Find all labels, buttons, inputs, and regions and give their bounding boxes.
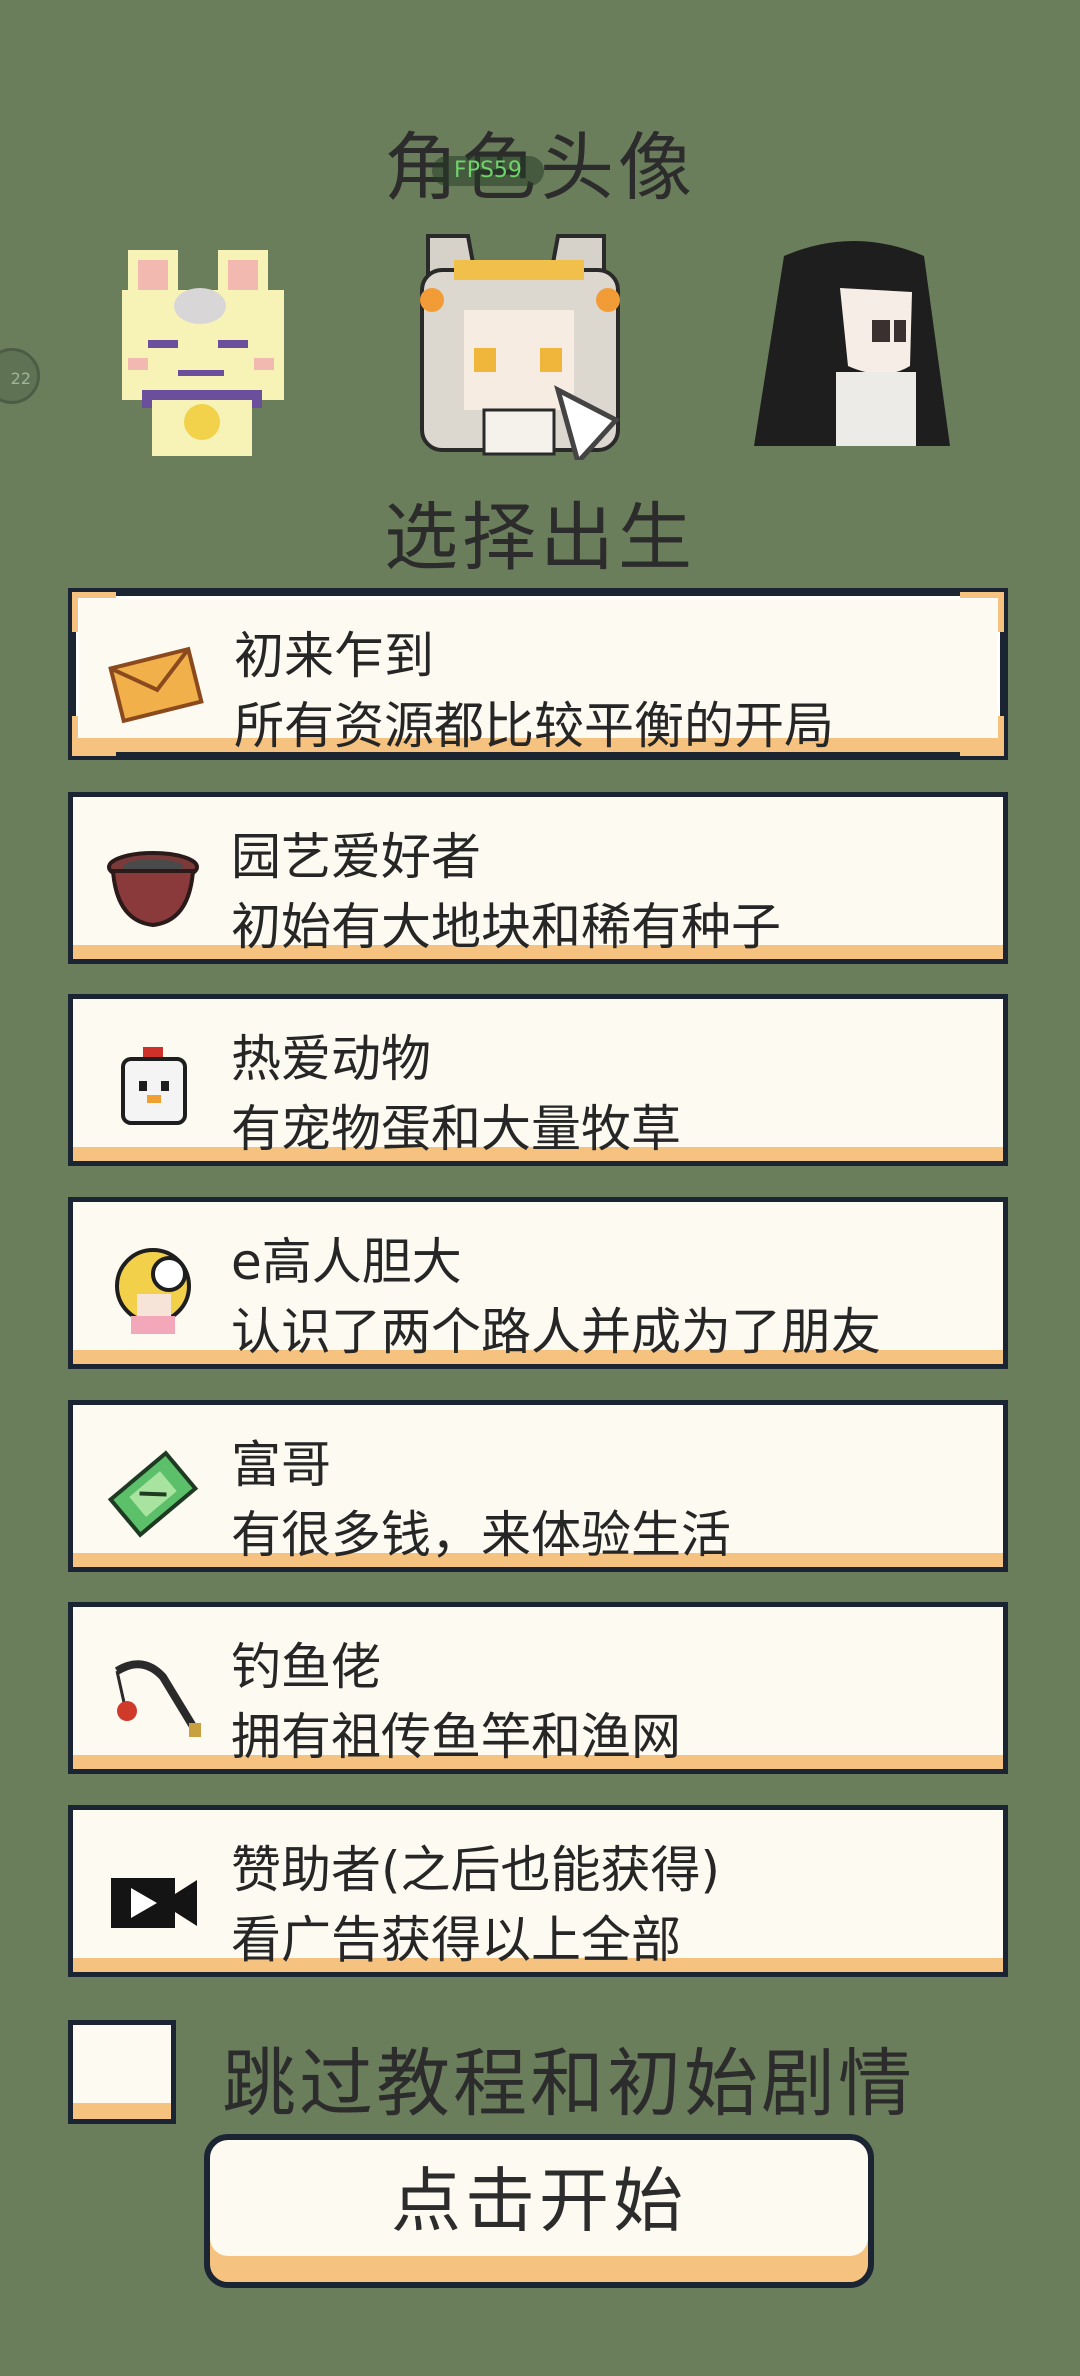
origin-description: 认识了两个路人并成为了朋友 [231, 1303, 881, 1361]
floating-badge[interactable]: 22 [0, 348, 40, 404]
origin-description: 有宠物蛋和大量牧草 [231, 1100, 681, 1158]
origin-description: 所有资源都比较平衡的开局 [234, 697, 834, 755]
origin-title: 初来乍到 [234, 627, 434, 685]
flower-pot-icon [107, 851, 199, 928]
selection-corner [960, 716, 1004, 756]
chick-icon [121, 1047, 187, 1125]
cash-icon [107, 1450, 199, 1538]
character-icon [115, 1248, 191, 1334]
origin-description: 看广告获得以上全部 [231, 1911, 681, 1969]
avatar-option-silver-hair[interactable] [408, 230, 648, 468]
origin-title: 钓鱼佬 [231, 1638, 381, 1696]
origin-card-fisherman[interactable]: 钓鱼佬 拥有祖传鱼竿和渔网 [68, 1602, 1008, 1774]
origin-description: 拥有祖传鱼竿和渔网 [231, 1708, 681, 1766]
fishing-rod-icon [114, 1660, 201, 1737]
origin-title: 富哥 [231, 1436, 331, 1494]
black-hair-avatar-icon [754, 241, 950, 446]
origin-title: 赞助者(之后也能获得) [231, 1841, 721, 1899]
selection-corner [960, 592, 1004, 632]
envelope-icon [108, 646, 204, 724]
origin-description: 有很多钱，来体验生活 [231, 1506, 731, 1564]
start-button[interactable]: 点击开始 [204, 2134, 874, 2288]
fps-counter: FPS59 [432, 156, 544, 186]
origin-title: 热爱动物 [231, 1030, 431, 1088]
avatar-option-black-hair[interactable] [744, 236, 964, 456]
silver-hair-avatar-icon [420, 234, 621, 468]
origin-card-gardener[interactable]: 园艺爱好者 初始有大地块和稀有种子 [68, 792, 1008, 964]
selection-corner [72, 592, 116, 632]
skip-tutorial-checkbox[interactable] [68, 2020, 176, 2124]
origin-card-sponsor[interactable]: 赞助者(之后也能获得) 看广告获得以上全部 [68, 1805, 1008, 1977]
origin-card-newcomer[interactable]: 初来乍到 所有资源都比较平衡的开局 [68, 588, 1008, 760]
bunny-avatar-icon [122, 250, 284, 456]
origin-card-animal-lover[interactable]: 热爱动物 有宠物蛋和大量牧草 [68, 994, 1008, 1166]
skip-tutorial-label[interactable]: 跳过教程和初始剧情 [222, 2024, 915, 2131]
start-button-label: 点击开始 [391, 2160, 687, 2242]
origin-description: 初始有大地块和稀有种子 [231, 898, 781, 956]
origin-card-bold[interactable]: e高人胆大 认识了两个路人并成为了朋友 [68, 1197, 1008, 1369]
origin-section-title: 选择出生 [384, 495, 696, 581]
video-camera-icon [111, 1878, 197, 1928]
origin-title: 园艺爱好者 [231, 828, 481, 886]
origin-title: e高人胆大 [231, 1233, 462, 1291]
avatar-option-bunny[interactable] [118, 240, 288, 460]
origin-card-rich[interactable]: 富哥 有很多钱，来体验生活 [68, 1400, 1008, 1572]
